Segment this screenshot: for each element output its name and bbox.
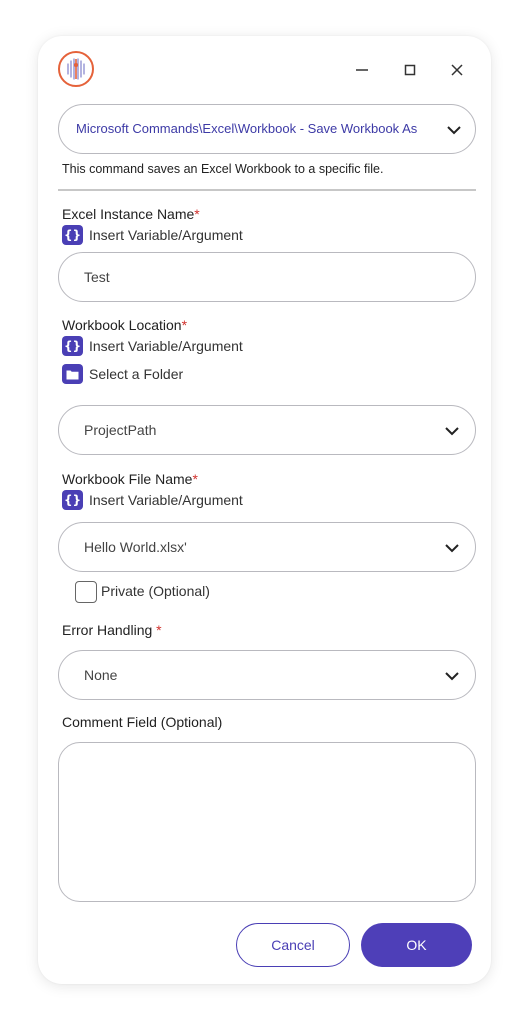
maximize-icon	[404, 64, 416, 76]
select-folder-label: Select a Folder	[89, 366, 184, 382]
ok-button[interactable]: OK	[361, 923, 472, 967]
workbook-location-label: Workbook Location*	[62, 317, 187, 333]
command-select-value: Microsoft Commands\Excel\Workbook - Save…	[76, 121, 418, 136]
required-mark: *	[192, 471, 198, 487]
braces-icon: {}	[62, 225, 83, 245]
close-icon	[451, 64, 463, 76]
divider	[58, 189, 476, 191]
private-label: Private (Optional)	[101, 583, 210, 599]
required-mark: *	[181, 317, 188, 333]
workbook-file-name-label-text: Workbook File Name	[62, 471, 193, 487]
workbook-location-select[interactable]: ProjectPath	[58, 405, 476, 455]
error-handling-label: Error Handling *	[62, 622, 162, 638]
excel-instance-label: Excel Instance Name*	[62, 206, 200, 222]
workbook-file-name-value: Hello World.xlsx'	[84, 539, 187, 555]
insert-variable-label: Insert Variable/Argument	[89, 227, 243, 243]
folder-icon	[62, 364, 83, 384]
workbook-location-label-text: Workbook Location	[62, 317, 182, 333]
required-mark: *	[194, 206, 200, 222]
insert-variable-label: Insert Variable/Argument	[89, 492, 243, 508]
workbook-location-value: ProjectPath	[84, 422, 157, 438]
command-description: This command saves an Excel Workbook to …	[62, 162, 384, 176]
required-mark: *	[156, 622, 162, 638]
insert-variable-label: Insert Variable/Argument	[89, 338, 243, 354]
workbook-file-name-select[interactable]: Hello World.xlsx'	[58, 522, 476, 572]
braces-icon: {}	[62, 336, 83, 356]
excel-instance-label-text: Excel Instance Name	[62, 206, 195, 222]
maximize-button[interactable]	[398, 58, 422, 82]
chevron-down-icon	[445, 427, 459, 436]
select-folder-button[interactable]: Select a Folder	[62, 364, 183, 384]
braces-icon: {}	[62, 490, 83, 510]
close-button[interactable]	[445, 58, 469, 82]
chevron-down-icon	[445, 544, 459, 553]
excel-instance-input[interactable]: Test	[58, 252, 476, 302]
comment-label: Comment Field (Optional)	[62, 714, 223, 730]
error-handling-label-text: Error Handling	[62, 622, 157, 638]
insert-variable-button[interactable]: {} Insert Variable/Argument	[62, 225, 243, 245]
minimize-button[interactable]	[350, 58, 374, 82]
comment-textarea[interactable]	[58, 742, 476, 902]
chevron-down-icon	[447, 126, 461, 135]
insert-variable-button[interactable]: {} Insert Variable/Argument	[62, 336, 243, 356]
insert-variable-button[interactable]: {} Insert Variable/Argument	[62, 490, 243, 510]
excel-instance-value: Test	[84, 269, 110, 285]
private-checkbox[interactable]	[75, 581, 97, 603]
error-handling-select[interactable]: None	[58, 650, 476, 700]
workbook-file-name-label: Workbook File Name*	[62, 471, 198, 487]
error-handling-value: None	[84, 667, 118, 683]
command-select[interactable]: Microsoft Commands\Excel\Workbook - Save…	[58, 104, 476, 154]
waveform-logo-icon	[58, 51, 94, 87]
minimize-icon	[356, 69, 368, 71]
cancel-button[interactable]: Cancel	[236, 923, 350, 967]
chevron-down-icon	[445, 672, 459, 681]
